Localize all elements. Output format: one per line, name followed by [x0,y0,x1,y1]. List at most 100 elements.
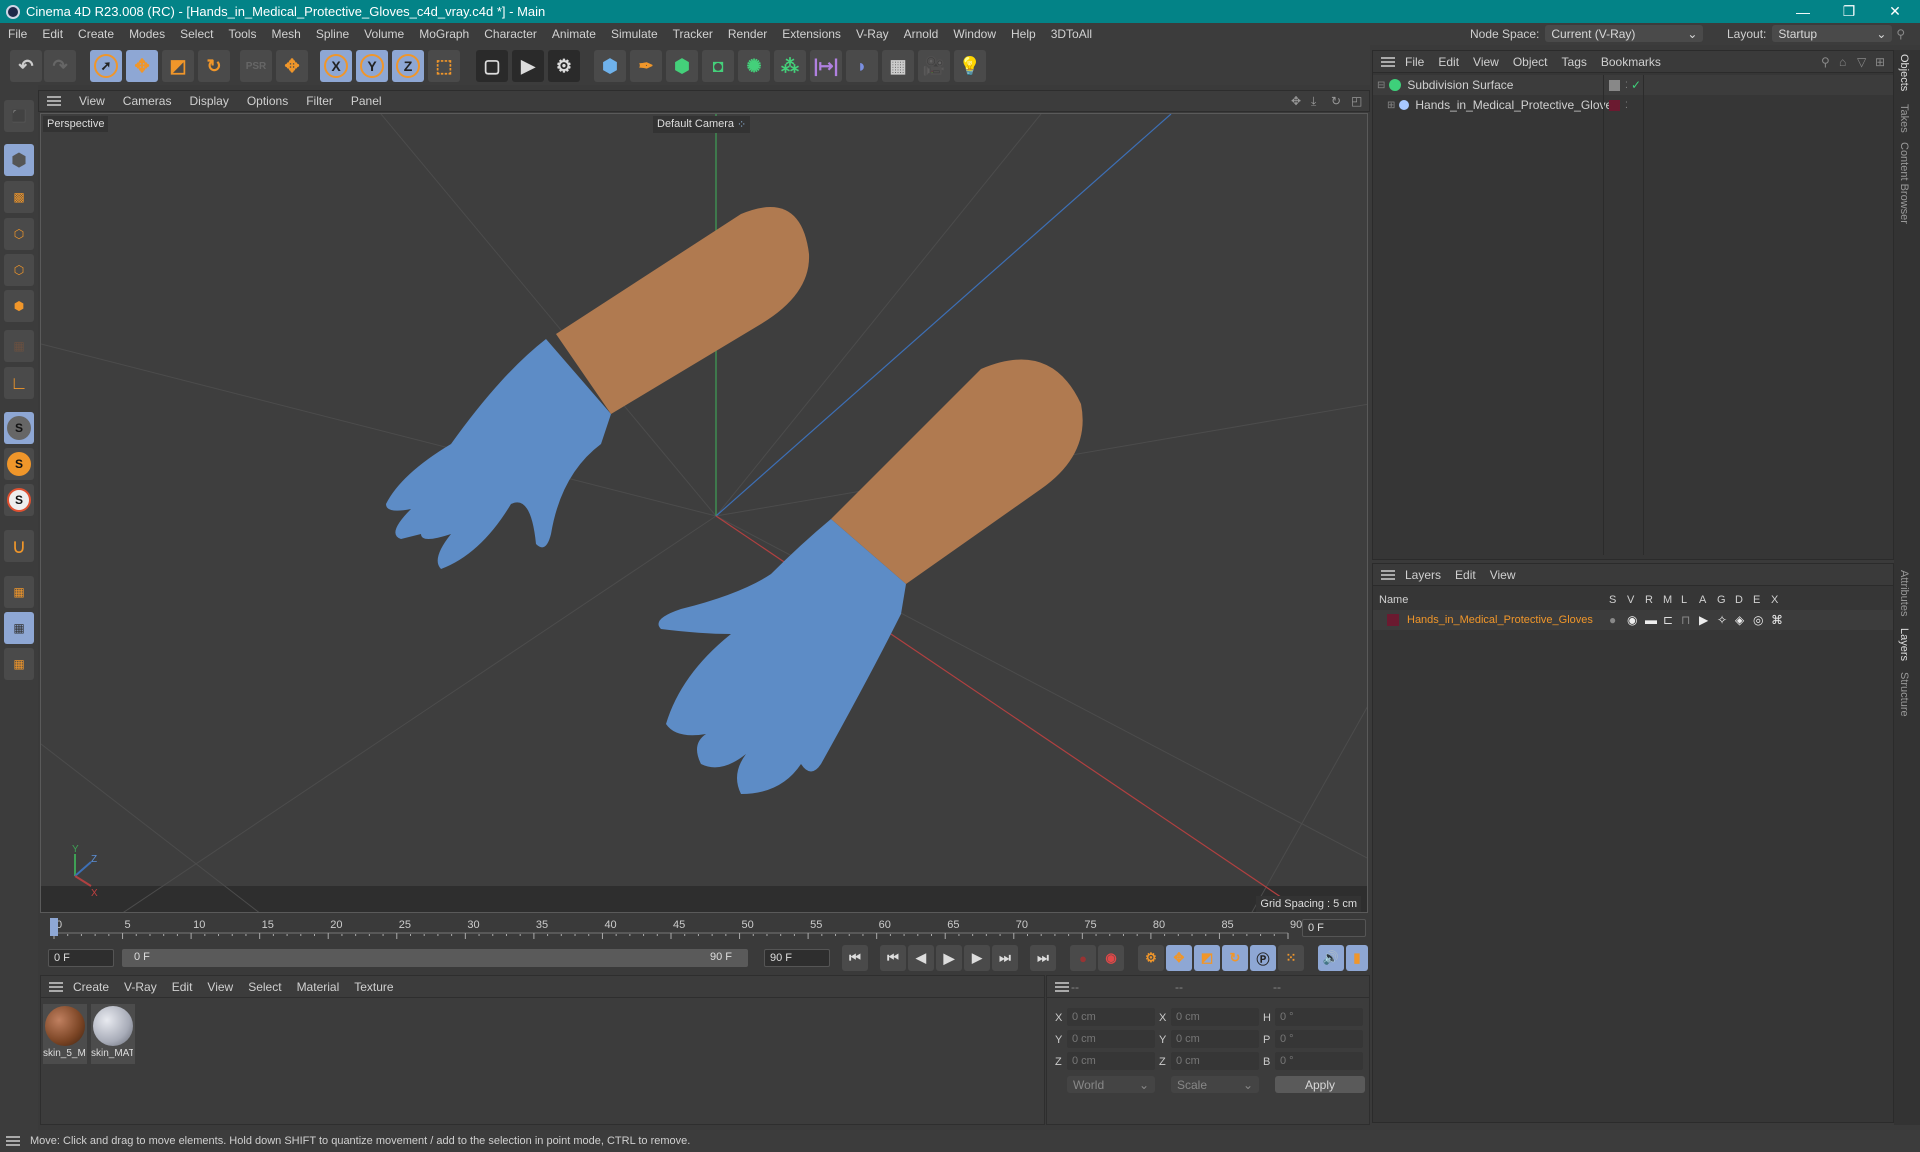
visibility-dots[interactable]: ⁚ [1625,80,1628,91]
current-frame-field[interactable]: 0 F [1302,919,1366,937]
hamburger-icon[interactable] [1055,981,1069,992]
play-icon[interactable]: ▶ [936,945,962,971]
enabled-check-icon[interactable]: ✓ [1631,78,1641,92]
start-frame-field[interactable]: 0 F [48,949,114,967]
go-to-end-icon[interactable]: ⏭ [1030,945,1056,971]
rotate-view-icon[interactable]: ↻ [1331,94,1341,108]
render-clapper-icon[interactable]: ▬ [1645,613,1657,627]
key-position-icon[interactable]: ✥ [1166,945,1192,971]
menu-mesh[interactable]: Mesh [271,27,300,41]
minimize-button[interactable]: — [1780,0,1826,23]
axis-mode-icon[interactable]: ∟ [4,367,34,399]
timeline-ruler[interactable]: 0 5 10 15 20 25 30 35 40 45 50 55 60 65 70 75 80 85 90 0 F [40,913,1370,941]
eye-icon[interactable]: ◉ [1627,613,1637,627]
xref-icon[interactable]: ⌘ [1771,613,1783,627]
rot-p-field[interactable]: 0 ° [1275,1030,1363,1048]
keyframe-settings-icon[interactable]: ⚙ [1138,945,1164,971]
pos-x-field[interactable]: 0 cm [1067,1008,1155,1026]
layer-menu-view[interactable]: View [1490,568,1516,582]
menu-animate[interactable]: Animate [552,27,596,41]
layer-row[interactable]: Hands_in_Medical_Protective_Gloves ● ◉ ▬… [1373,610,1893,630]
key-parameter-icon[interactable]: Ⓟ [1250,945,1276,971]
uvw-mode-icon[interactable]: ▦ [4,330,34,362]
snap-icon[interactable]: S [4,412,34,444]
mat-menu-create[interactable]: Create [73,980,109,994]
animation-play-icon[interactable]: ▶ [1699,613,1708,627]
menu-3dtoall[interactable]: 3DToAll [1051,27,1092,41]
render-view-icon[interactable]: ▢ [476,50,508,82]
extrude-icon[interactable]: ◘ [702,50,734,82]
snap-settings-icon[interactable]: S [4,448,34,480]
render-settings-icon[interactable]: ⚙ [548,50,580,82]
coordinate-system-icon[interactable]: ⬚ [428,50,460,82]
menu-spline[interactable]: Spline [316,27,349,41]
search-icon[interactable]: ⚲ [1821,55,1830,69]
polygons-mode-icon[interactable]: ⬢ [4,290,34,322]
record-key-icon[interactable]: ● [1070,945,1096,971]
menu-edit[interactable]: Edit [42,27,63,41]
align-workplane-icon[interactable]: ▦ [4,648,34,680]
symmetry-icon[interactable]: |↦| [810,50,842,82]
cloner-icon[interactable]: ✺ [738,50,770,82]
previous-frame-icon[interactable]: ◀ [908,945,934,971]
key-rotation-icon[interactable]: ↻ [1222,945,1248,971]
menu-mograph[interactable]: MoGraph [419,27,469,41]
go-to-start-icon[interactable]: ⏮ [842,945,868,971]
x-axis-lock-icon[interactable]: X [320,50,352,82]
edges-mode-icon[interactable]: ⬡ [4,254,34,286]
menu-help[interactable]: Help [1011,27,1036,41]
menu-modes[interactable]: Modes [129,27,165,41]
mat-menu-material[interactable]: Material [297,980,340,994]
tab-attributes[interactable]: Attributes [1898,570,1910,616]
previous-key-icon[interactable]: ⏮ [880,945,906,971]
restore-button[interactable]: ❐ [1826,0,1872,23]
vp-menu-panel[interactable]: Panel [351,94,382,108]
light-icon[interactable]: 💡 [954,50,986,82]
menu-window[interactable]: Window [953,27,996,41]
world-axis-icon[interactable]: ✥ [276,50,308,82]
scale-icon[interactable]: ◩ [162,50,194,82]
menu-create[interactable]: Create [78,27,114,41]
array-icon[interactable]: ⁂ [774,50,806,82]
viewport-perspective[interactable]: Y Z X Perspective Default Camera ⁘ Grid S… [40,113,1368,913]
menu-volume[interactable]: Volume [364,27,404,41]
menu-extensions[interactable]: Extensions [782,27,841,41]
hamburger-icon[interactable] [47,96,61,106]
mat-menu-select[interactable]: Select [248,980,281,994]
hamburger-icon[interactable] [1381,569,1395,580]
y-axis-lock-icon[interactable]: Y [356,50,388,82]
node-space-dropdown[interactable]: Current (V-Ray) ⌄ [1545,25,1704,42]
pan-view-icon[interactable]: ✥ [1291,94,1301,108]
move-icon[interactable]: ✥ [126,50,158,82]
tab-content-browser[interactable]: Content Browser [1898,142,1910,224]
object-row[interactable]: ⊞ Hands_in_Medical_Protective_Gloves ⁚ [1373,95,1893,115]
hamburger-icon[interactable] [49,981,63,992]
python-icon[interactable]: ◎ [1753,613,1763,627]
model-mode-icon[interactable]: ⬢ [4,144,34,176]
subdivision-icon[interactable]: ⬢ [666,50,698,82]
end-frame-field[interactable]: 90 F [764,949,830,967]
autokey-icon[interactable]: ◉ [1098,945,1124,971]
generator-icon[interactable]: ✧ [1717,613,1727,627]
material-item[interactable]: skin_5_M [43,1004,87,1064]
menu-character[interactable]: Character [484,27,537,41]
layer-menu-layers[interactable]: Layers [1405,568,1441,582]
rot-b-field[interactable]: 0 ° [1275,1052,1363,1070]
collapse-icon[interactable]: ⊟ [1377,80,1385,91]
tab-structure[interactable]: Structure [1898,672,1910,717]
size-x-field[interactable]: 0 cm [1171,1008,1259,1026]
rotate-icon[interactable]: ↻ [198,50,230,82]
deformer-icon[interactable]: ◈ [1735,613,1744,627]
redo-icon[interactable]: ↷ [44,50,76,82]
apply-button[interactable]: Apply [1275,1076,1365,1093]
menu-simulate[interactable]: Simulate [611,27,658,41]
tab-objects[interactable]: Objects [1898,54,1910,91]
pos-y-field[interactable]: 0 cm [1067,1030,1155,1048]
cube-icon[interactable]: ⬢ [594,50,626,82]
next-key-icon[interactable]: ⏭ [992,945,1018,971]
rot-h-field[interactable]: 0 ° [1275,1008,1363,1026]
menu-select[interactable]: Select [180,27,213,41]
timeline-playhead[interactable] [50,918,58,936]
menu-arnold[interactable]: Arnold [904,27,939,41]
obj-menu-object[interactable]: Object [1513,55,1548,69]
